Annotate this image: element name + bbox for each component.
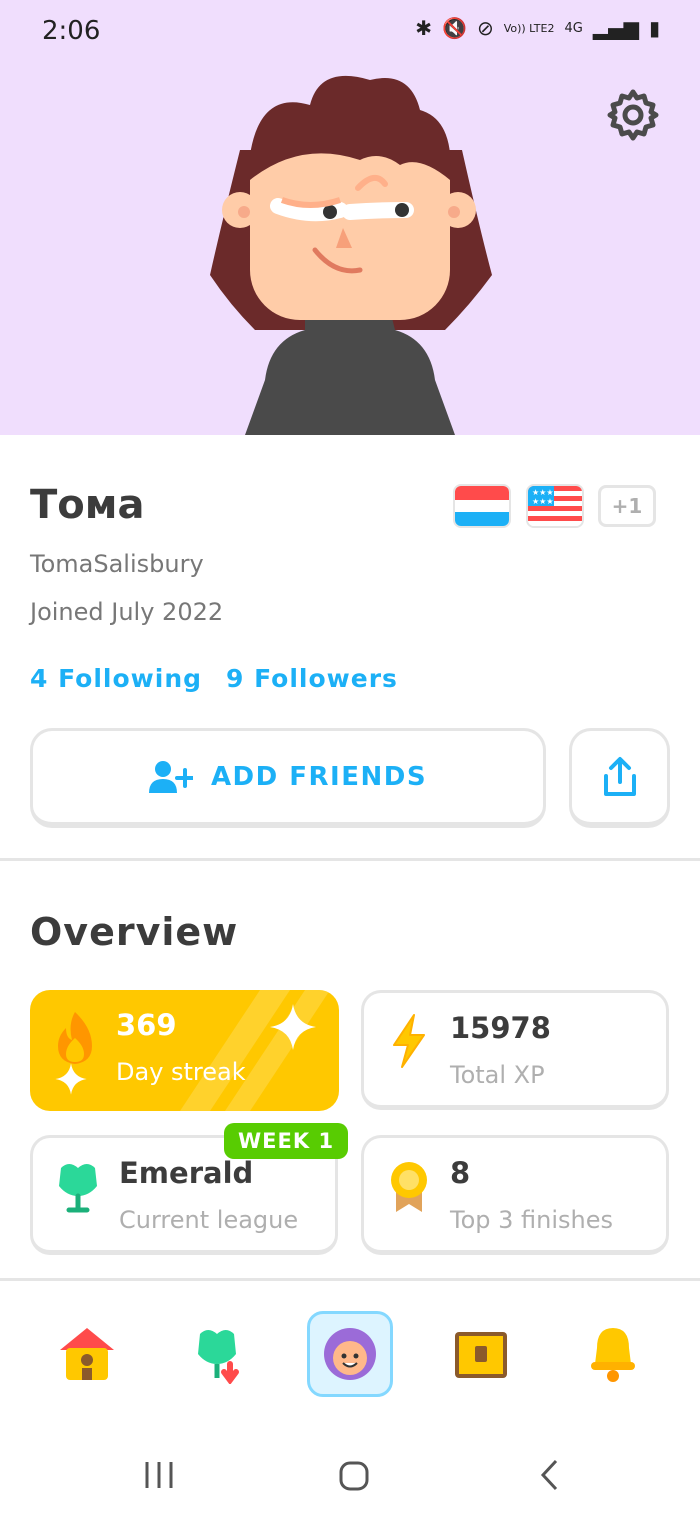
nav-home[interactable] — [44, 1311, 130, 1397]
league-label: Current league — [119, 1206, 299, 1234]
streak-value: 369 — [116, 1008, 177, 1042]
top3-label: Top 3 finishes — [450, 1206, 614, 1234]
share-button[interactable] — [569, 728, 670, 828]
flame-icon — [58, 1012, 92, 1064]
share-icon — [603, 756, 636, 796]
profile-name: Тома — [30, 482, 145, 528]
sparkle-icon — [270, 1004, 316, 1050]
xp-card[interactable]: 15978 Total XP — [361, 990, 669, 1110]
settings-gear-icon[interactable] — [606, 88, 660, 142]
nav-profile[interactable] — [307, 1311, 393, 1397]
overview-title: Overview — [30, 910, 239, 954]
sparkle-small-icon — [55, 1063, 87, 1095]
league-value: Emerald — [119, 1156, 254, 1190]
flag-netherlands-icon[interactable] — [453, 484, 511, 528]
emerald-league-icon — [59, 1164, 97, 1213]
shop-chest-icon — [455, 1332, 507, 1378]
profile-icon — [324, 1328, 376, 1380]
svg-text:★★★: ★★★ — [532, 497, 554, 506]
followers-link[interactable]: 9 Followers — [226, 664, 398, 693]
dnd-icon: ⊘ — [476, 16, 494, 40]
lightning-icon — [393, 1014, 425, 1068]
profile-header — [0, 0, 700, 435]
signal-icon: ▂▄▆ — [592, 16, 639, 40]
top3-value: 8 — [450, 1156, 471, 1190]
xp-value: 15978 — [450, 1011, 551, 1045]
home-icon — [60, 1328, 114, 1380]
add-user-icon — [148, 760, 193, 793]
profile-joined: Joined July 2022 — [30, 598, 224, 626]
nav-leagues[interactable] — [176, 1311, 262, 1397]
leagues-icon — [198, 1330, 239, 1384]
week-badge: WEEK 1 — [224, 1123, 349, 1159]
mute-icon: 🔇 — [442, 16, 467, 40]
xp-label: Total XP — [450, 1061, 545, 1089]
bluetooth-icon: ✱ — [415, 16, 433, 40]
system-navigation-bar — [0, 1430, 700, 1517]
avatar-illustration — [210, 75, 492, 435]
battery-icon: ▮ — [648, 16, 660, 40]
top3-card[interactable]: 8 Top 3 finishes — [361, 1135, 669, 1255]
following-link[interactable]: 4 Following — [30, 664, 202, 693]
network-label: 4G — [564, 20, 583, 36]
status-icons: ✱ 🔇 ⊘ Vo)) LTE2 4G ▂▄▆ ▮ — [415, 16, 660, 40]
add-friends-label: ADD FRIENDS — [210, 761, 428, 792]
streak-label: Day streak — [116, 1058, 246, 1086]
recent-apps-icon[interactable] — [143, 1460, 175, 1490]
profile-username: TomaSalisbury — [30, 550, 204, 578]
add-friends-button[interactable]: ADD FRIENDS — [30, 728, 546, 828]
bell-icon — [591, 1328, 635, 1382]
status-time: 2:06 — [42, 16, 101, 46]
streak-card[interactable]: 369 Day streak — [30, 990, 339, 1111]
section-divider — [0, 858, 700, 861]
nav-notifications[interactable] — [570, 1311, 656, 1397]
medal-icon — [391, 1162, 427, 1212]
back-icon[interactable] — [538, 1458, 562, 1492]
flag-usa-icon[interactable]: ★★★ ★★★ — [526, 484, 584, 528]
bottom-navigation — [0, 1278, 700, 1431]
more-languages-badge[interactable]: +1 — [598, 485, 656, 527]
home-button-icon[interactable] — [338, 1460, 370, 1492]
nav-shop[interactable] — [438, 1311, 524, 1397]
volte-label: Vo)) LTE2 — [503, 21, 555, 35]
svg-text:★★★: ★★★ — [532, 488, 554, 497]
